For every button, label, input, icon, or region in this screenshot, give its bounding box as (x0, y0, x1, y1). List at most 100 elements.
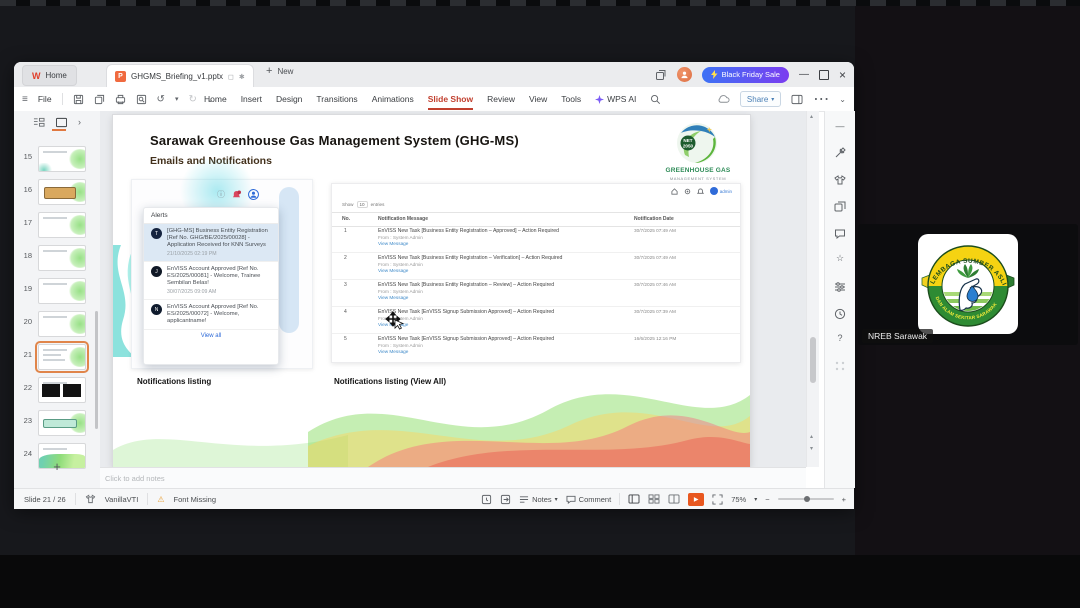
slide-scrollbar[interactable]: ▴ ▴ ▾ (806, 111, 819, 467)
alert-text: EnVISS Account Approved [Ref No. ES/2025… (167, 304, 259, 324)
redo-icon[interactable]: ↻ (188, 94, 196, 105)
export-panel-icon[interactable] (500, 494, 511, 505)
notes-input-bar[interactable]: Click to add notes (100, 467, 806, 488)
minimize-button[interactable]: — (799, 69, 809, 80)
slide-layout-icon[interactable] (834, 201, 846, 213)
maximize-button[interactable] (818, 69, 829, 80)
zoom-in-button[interactable]: + (842, 495, 846, 504)
share-button[interactable]: Share ▾ (739, 91, 782, 107)
settings-sliders-icon[interactable] (834, 281, 846, 293)
slide-view-icon[interactable] (55, 117, 68, 128)
slide-thumb-23[interactable]: 23 (14, 410, 100, 436)
tab-document[interactable]: P GHGMS_Briefing_v1.pptx ◻ ✱ (106, 64, 254, 88)
divider (619, 493, 621, 505)
menu-slide-show[interactable]: Slide Show (427, 94, 474, 110)
hamburger-menu-icon[interactable]: ≡ (22, 94, 28, 105)
slide-thumb-17[interactable]: 17 (14, 212, 100, 238)
undo-dropdown-icon[interactable]: ▾ (175, 95, 179, 103)
mock-header-icons: ⓘ (217, 189, 259, 200)
previous-slide-icon[interactable]: ▴ (810, 433, 813, 440)
participant-video-tile[interactable]: LEMBAGA SUMBER ASLI DAN ALAM SEKITAR SAR… (858, 224, 1078, 345)
collapse-ribbon-icon[interactable]: ⌄ (839, 95, 846, 104)
alerts-view-all-link[interactable]: View all (144, 330, 278, 342)
plus-icon: + (266, 65, 273, 77)
slide-thumb-21-selected[interactable]: 21 (14, 341, 100, 373)
save-icon[interactable] (73, 94, 84, 105)
slide-thumb-20[interactable]: 20 (14, 311, 100, 337)
view-message-link[interactable]: View Message (378, 241, 624, 248)
collapse-sidebar-icon[interactable]: — (834, 121, 846, 133)
wps-ai-menu[interactable]: WPS AI (595, 94, 636, 104)
slide-thumb-19[interactable]: 19 (14, 278, 100, 304)
copy-icon[interactable] (94, 94, 105, 105)
alert-item[interactable]: N EnVISS Account Approved [Ref No. ES/20… (144, 300, 278, 330)
zoom-level[interactable]: 75% (731, 495, 746, 504)
menu-transitions[interactable]: Transitions (316, 94, 357, 104)
help-icon[interactable]: ? (834, 333, 846, 345)
normal-view-icon[interactable] (628, 494, 640, 504)
black-friday-sale-button[interactable]: Black Friday Sale (701, 66, 789, 83)
slide-thumb-18[interactable]: 18 (14, 245, 100, 271)
menu-review[interactable]: Review (487, 94, 515, 104)
search-icon[interactable] (650, 94, 661, 105)
menu-animations[interactable]: Animations (372, 94, 414, 104)
slide-thumb-15[interactable]: 15 (14, 146, 100, 172)
close-button[interactable]: × (839, 68, 846, 82)
print-icon[interactable] (115, 94, 126, 105)
file-menu[interactable]: File (38, 94, 52, 104)
view-message-link[interactable]: View Message (378, 322, 624, 329)
menu-home[interactable]: Home (204, 94, 227, 104)
task-pane-icon[interactable] (791, 94, 803, 105)
reading-view-icon[interactable] (668, 494, 680, 504)
undo-icon[interactable]: ↺ (157, 94, 165, 105)
notes-toggle[interactable]: Notes ▾ (519, 495, 558, 504)
theme-name[interactable]: VanillaVTI (105, 495, 139, 504)
slide-canvas[interactable]: Sarawak Greenhouse Gas Management System… (113, 115, 750, 467)
menu-tools[interactable]: Tools (561, 94, 581, 104)
outline-view-icon[interactable] (33, 117, 45, 128)
account-avatar[interactable] (676, 67, 692, 82)
font-missing-label[interactable]: Font Missing (174, 495, 217, 504)
tab-home[interactable]: W Home (22, 65, 77, 86)
slide-sorter-view-icon[interactable] (648, 494, 660, 504)
next-slide-icon[interactable]: ▾ (810, 445, 813, 452)
zoom-out-button[interactable]: − (765, 495, 769, 504)
menu-design[interactable]: Design (276, 94, 302, 104)
alert-item[interactable]: J EnVISS Account Approved [Ref No. ES/20… (144, 262, 278, 300)
zoom-slider-handle[interactable] (803, 496, 810, 502)
fit-to-window-icon[interactable] (712, 493, 723, 505)
add-slide-button[interactable]: + (14, 459, 100, 474)
comment-pane-icon[interactable] (834, 228, 846, 240)
thumbnail-scrollbar[interactable] (95, 311, 98, 429)
presenter-timer-icon[interactable] (481, 494, 492, 505)
theme-design-icon[interactable] (834, 174, 846, 186)
print-preview-icon[interactable] (136, 94, 147, 105)
zoom-slider[interactable] (777, 496, 834, 502)
new-tab-button[interactable]: + New (266, 65, 293, 77)
status-left: Slide 21 / 26 VanillaVTI ⚠ Font Missing (24, 489, 216, 509)
window-layout-icon[interactable] (655, 69, 667, 81)
view-message-link[interactable]: View Message (378, 349, 624, 356)
scrollbar-thumb[interactable] (810, 337, 816, 383)
favorites-star-icon[interactable]: ☆ (834, 253, 846, 265)
zoom-dropdown-icon[interactable]: ▾ (754, 496, 757, 503)
table-row: 2 EnVISS New Task [Business Entity Regis… (332, 252, 740, 280)
divider (147, 493, 149, 505)
more-options-icon[interactable]: ⋯ (813, 89, 829, 109)
menu-view[interactable]: View (529, 94, 547, 104)
view-message-link[interactable]: View Message (378, 295, 624, 302)
menu-insert[interactable]: Insert (241, 94, 262, 104)
apps-grid-icon[interactable] (834, 360, 846, 372)
view-message-link[interactable]: View Message (378, 268, 624, 275)
alert-item[interactable]: T [GHG-MS] Business Entity Registration … (144, 224, 278, 262)
slideshow-play-button[interactable]: ▶ (688, 492, 705, 506)
cloud-sync-status-icon[interactable] (717, 94, 730, 104)
comment-toggle[interactable]: Comment (566, 495, 611, 504)
collapse-panel-icon[interactable]: › (78, 117, 81, 127)
notes-placeholder: Click to add notes (105, 474, 165, 483)
scroll-up-icon[interactable]: ▴ (810, 113, 813, 120)
slide-thumb-16[interactable]: 16 (14, 179, 100, 205)
history-clock-icon[interactable] (834, 308, 846, 320)
slide-thumb-22[interactable]: 22 (14, 377, 100, 403)
quick-tools-icon[interactable] (834, 147, 846, 159)
